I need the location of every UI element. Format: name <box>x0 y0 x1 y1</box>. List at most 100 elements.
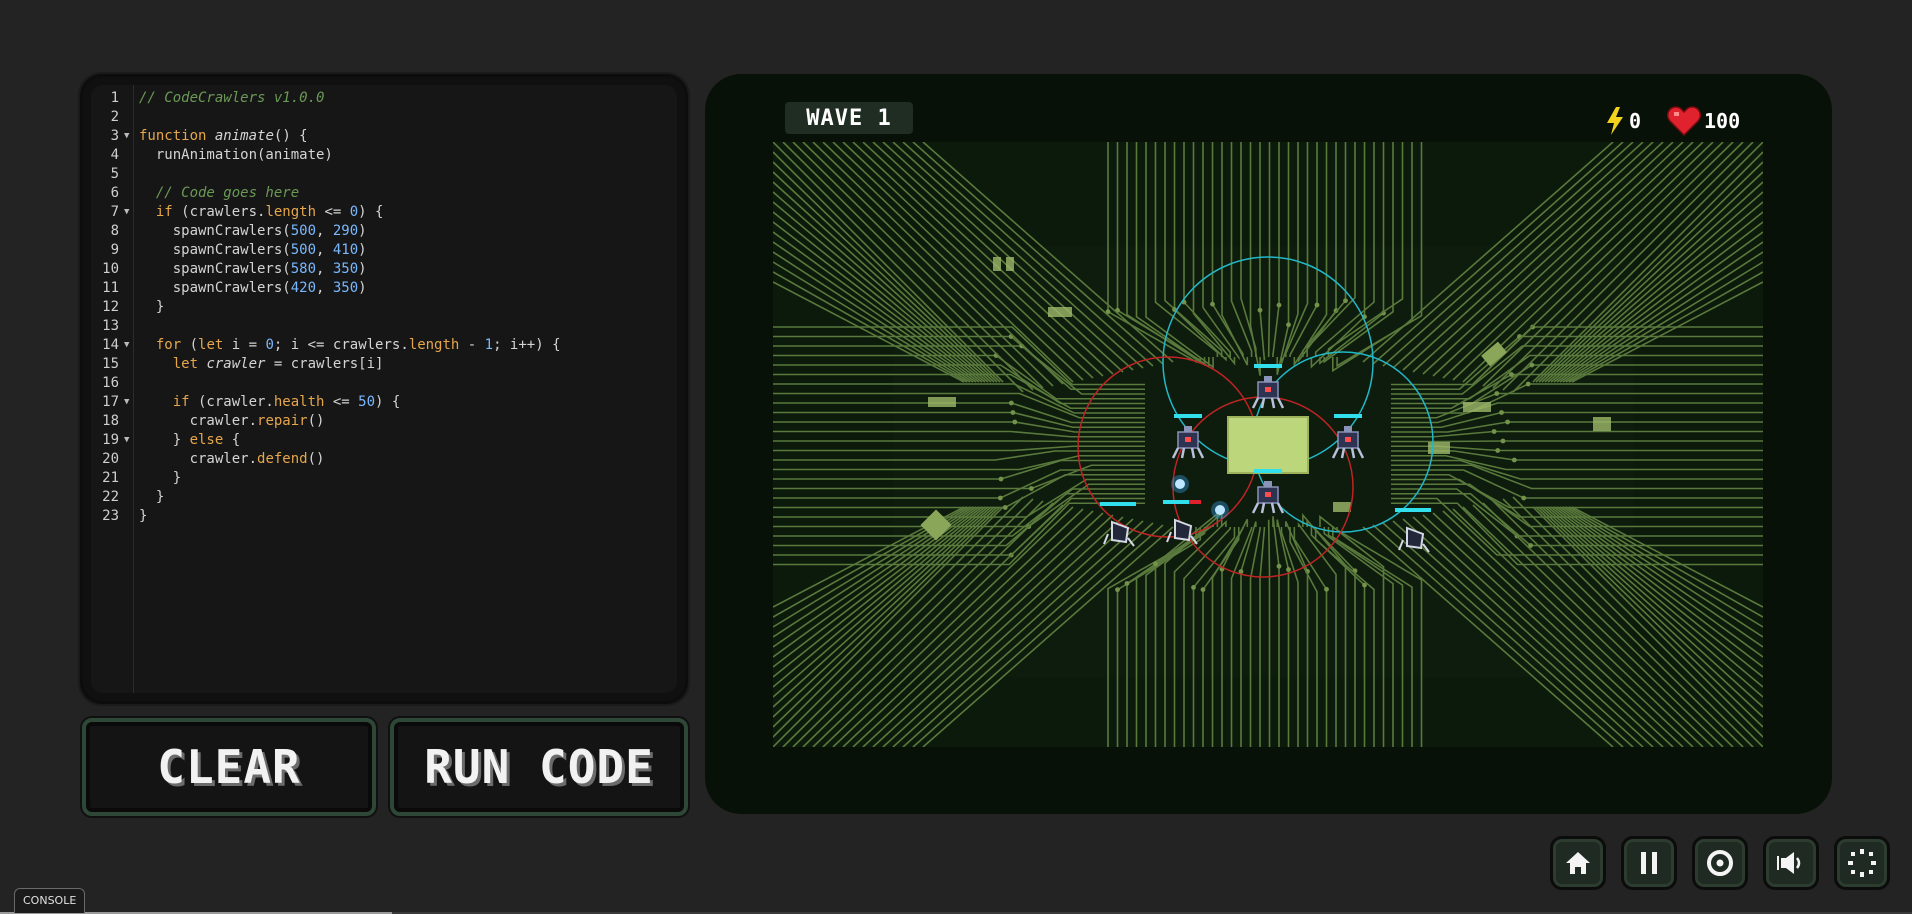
code-line[interactable]: 6 // Code goes here <box>111 184 677 203</box>
pause-icon <box>1641 852 1657 874</box>
line-number: 11 <box>102 280 119 296</box>
line-number: 2 <box>110 109 119 125</box>
code-token: 1 <box>484 337 494 353</box>
code-token: (crawler. <box>189 394 274 410</box>
fold-toggle-icon[interactable]: ▼ <box>124 431 129 450</box>
run-code-button[interactable]: RUN CODE <box>390 718 688 816</box>
code-token: 290 <box>332 223 359 239</box>
code-token: 350 <box>332 261 359 277</box>
line-number: 1 <box>110 90 119 106</box>
energy-counter: 0 <box>1605 107 1642 135</box>
code-line[interactable]: 5 <box>111 165 677 184</box>
line-number: 3 <box>110 128 119 144</box>
code-line[interactable]: 19 ▼ } else { <box>102 431 677 450</box>
code-line[interactable]: 21 } <box>102 469 677 488</box>
code-line[interactable]: 3 ▼ function animate() { <box>111 127 677 146</box>
plasma-shot <box>1175 479 1185 489</box>
fold-toggle-icon[interactable]: ▼ <box>124 336 129 355</box>
code-token: () { <box>273 128 308 144</box>
pause-button[interactable] <box>1621 836 1677 890</box>
code-line[interactable]: 9 spawnCrawlers(500, 410) <box>111 241 677 260</box>
code-line[interactable]: 7 ▼ if (crawlers.length <= 0) { <box>111 203 677 222</box>
code-line[interactable]: 22 } <box>102 488 677 507</box>
chip-pad <box>1048 307 1072 317</box>
code-line[interactable]: 4 runAnimation(animate) <box>111 146 677 165</box>
health-bar <box>1174 414 1202 418</box>
code-token: , <box>316 242 333 258</box>
game-board[interactable] <box>772 141 1764 748</box>
energy-value: 0 <box>1629 109 1642 133</box>
sound-button[interactable] <box>1763 836 1819 890</box>
line-number: 22 <box>102 489 119 505</box>
code-token: repair <box>257 413 308 429</box>
code-token: 500 <box>290 223 317 239</box>
line-number: 10 <box>102 261 119 277</box>
code-token: , <box>316 261 333 277</box>
code-line[interactable]: 17 ▼ if (crawler.health <= 50) { <box>102 393 677 412</box>
code-line[interactable]: 23} <box>102 507 677 526</box>
code-area[interactable]: 1// CodeCrawlers v1.0.0 2 3 ▼ function anima… <box>102 89 677 693</box>
code-token: () <box>307 451 325 467</box>
code-token: else <box>189 432 224 448</box>
chip-pad <box>993 257 1001 271</box>
code-token: } <box>139 470 182 486</box>
line-number: 20 <box>102 451 119 467</box>
code-line[interactable]: 13 <box>102 317 677 336</box>
line-number: 8 <box>110 223 119 239</box>
code-line[interactable]: 10 spawnCrawlers(580, 350) <box>102 260 677 279</box>
console-tab[interactable]: CONSOLE <box>14 888 86 913</box>
code-line[interactable]: 14 ▼ for (let i = 0; i <= crawlers.length… <box>102 336 677 355</box>
line-number: 14 <box>102 337 119 353</box>
fold-toggle-icon[interactable]: ▼ <box>124 203 129 222</box>
code-token: 420 <box>290 280 317 296</box>
code-token: crawler <box>206 356 266 372</box>
code-token: defend <box>257 451 308 467</box>
line-number: 13 <box>102 318 119 334</box>
line-number: 21 <box>102 470 119 486</box>
line-number: 12 <box>102 299 119 315</box>
code-token: health <box>273 394 325 410</box>
code-token: } <box>139 508 148 524</box>
clear-button[interactable]: CLEAR <box>82 718 376 816</box>
line-number: 16 <box>102 375 119 391</box>
code-token: } <box>139 432 190 448</box>
code-line[interactable]: 1 // CodeCrawlers v1.0.0 <box>111 89 677 108</box>
code-line[interactable]: 2 <box>111 108 677 127</box>
code-line[interactable]: 12 } <box>102 298 677 317</box>
heart-icon <box>1667 106 1701 136</box>
home-button[interactable] <box>1550 836 1606 890</box>
code-token: <= <box>324 394 359 410</box>
chip-pad <box>928 397 956 407</box>
core-processor <box>1227 416 1309 474</box>
code-token: spawnCrawlers( <box>139 242 291 258</box>
chip-pad <box>1593 417 1611 431</box>
fold-toggle-icon[interactable]: ▼ <box>124 127 129 146</box>
code-token: ) <box>358 242 367 258</box>
line-number: 23 <box>102 508 119 524</box>
code-line[interactable]: 16 <box>102 374 677 393</box>
code-editor[interactable]: 1// CodeCrawlers v1.0.0 2 3 ▼ function anima… <box>80 74 688 704</box>
health-value: 100 <box>1704 109 1741 133</box>
code-token: // CodeCrawlers v1.0.0 <box>139 90 325 106</box>
settings-button[interactable] <box>1834 836 1890 890</box>
code-token: 500 <box>290 242 317 258</box>
code-token: spawnCrawlers( <box>139 223 291 239</box>
line-number: 9 <box>110 242 119 258</box>
loading-icon <box>1848 849 1876 877</box>
target-button[interactable] <box>1692 836 1748 890</box>
code-line[interactable]: 11 spawnCrawlers(420, 350) <box>102 279 677 298</box>
code-line[interactable]: 18 crawler.repair() <box>102 412 677 431</box>
code-line[interactable]: 8 spawnCrawlers(500, 290) <box>111 222 677 241</box>
target-icon <box>1707 850 1733 876</box>
code-token: spawnCrawlers( <box>139 280 291 296</box>
health-bar <box>1254 469 1282 473</box>
code-token: ) <box>358 261 367 277</box>
code-line[interactable]: 20 crawler.defend() <box>102 450 677 469</box>
run-code-button-label: RUN CODE <box>424 740 654 794</box>
code-line[interactable]: 15 let crawler = crawlers[i] <box>102 355 677 374</box>
fold-toggle-icon[interactable]: ▼ <box>124 393 129 412</box>
